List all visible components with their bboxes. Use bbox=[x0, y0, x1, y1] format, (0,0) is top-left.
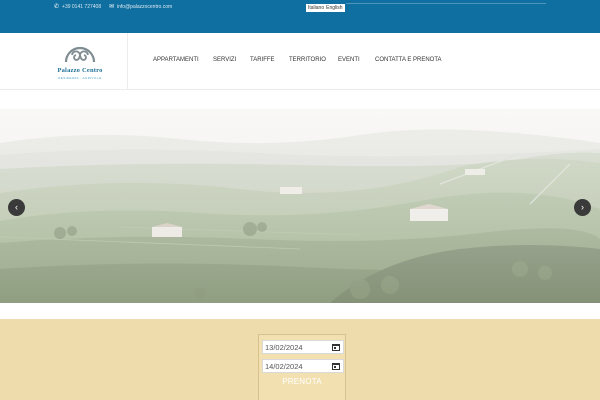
hero-slider bbox=[0, 109, 600, 303]
phone-contact[interactable]: ✆ +39 0141 727408 bbox=[54, 4, 101, 10]
header-divider bbox=[127, 33, 128, 90]
nav-eventi[interactable]: EVENTI bbox=[338, 57, 360, 63]
calendar-icon[interactable] bbox=[332, 344, 340, 351]
envelope-icon: ✉ bbox=[109, 4, 115, 10]
phone-number[interactable]: +39 0141 727408 bbox=[62, 4, 101, 10]
calendar-icon[interactable] bbox=[332, 363, 340, 370]
hero-landscape-image bbox=[0, 109, 600, 303]
site-header: Palazzo Centro RESIDENZA · AGRIVILLE APP… bbox=[0, 33, 600, 90]
language-english[interactable]: English bbox=[326, 5, 342, 11]
slider-prev-arrow-icon[interactable]: ‹ bbox=[8, 199, 25, 216]
departure-date-input[interactable]: 14/02/2024 bbox=[262, 359, 344, 373]
arrival-date-input[interactable]: 13/02/2024 bbox=[262, 340, 344, 354]
arrival-date-value: 13/02/2024 bbox=[265, 342, 303, 352]
logo-title: Palazzo Centro bbox=[57, 67, 103, 74]
language-switcher: Italiano English bbox=[306, 4, 345, 12]
nav-contatta-e-prenota[interactable]: CONTATTA E PRENOTA bbox=[375, 57, 442, 63]
email-address[interactable]: info@palazzocentro.com bbox=[117, 4, 172, 10]
nav-tariffe[interactable]: TARIFFE bbox=[250, 57, 275, 63]
booking-form: 13/02/2024 14/02/2024 PRENOTA bbox=[258, 334, 346, 400]
phone-icon: ✆ bbox=[54, 4, 60, 10]
top-bar: ✆ +39 0141 727408 ✉ info@palazzocentro.c… bbox=[0, 0, 600, 33]
nav-servizi[interactable]: SERVIZI bbox=[213, 57, 236, 63]
email-contact[interactable]: ✉ info@palazzocentro.com bbox=[109, 4, 172, 10]
departure-date-value: 14/02/2024 bbox=[265, 361, 303, 371]
nav-appartamenti[interactable]: APPARTAMENTI bbox=[153, 57, 199, 63]
nav-territorio[interactable]: TERRITORIO bbox=[289, 57, 326, 63]
prenota-button[interactable]: PRENOTA bbox=[259, 377, 345, 386]
site-logo[interactable]: Palazzo Centro RESIDENZA · AGRIVILLE bbox=[50, 40, 110, 84]
slider-next-arrow-icon[interactable]: › bbox=[574, 199, 591, 216]
logo-subtitle: RESIDENZA · AGRIVILLE bbox=[58, 76, 102, 80]
top-divider-line bbox=[346, 3, 546, 4]
language-italiano[interactable]: Italiano bbox=[308, 5, 324, 11]
logo-emblem-icon bbox=[64, 46, 96, 63]
